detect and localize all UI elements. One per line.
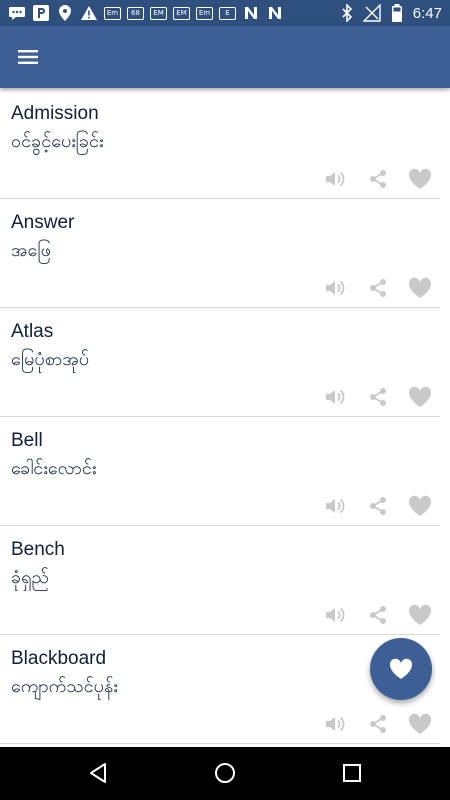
navigation-bar <box>0 747 450 800</box>
parking-icon <box>32 5 50 21</box>
heart-icon[interactable] <box>406 603 434 627</box>
recents-icon[interactable] <box>340 761 364 785</box>
word-label: Bench <box>11 539 65 560</box>
speaker-icon[interactable] <box>322 712 350 736</box>
heart-icon[interactable] <box>406 494 434 518</box>
translation-label: အဖြေ <box>11 240 51 261</box>
home-icon[interactable] <box>213 761 237 785</box>
heart-icon[interactable] <box>406 712 434 736</box>
location-pin-icon <box>56 5 74 21</box>
speaker-icon[interactable] <box>322 385 350 409</box>
card-actions <box>322 603 434 627</box>
n-logo-icon <box>266 6 284 20</box>
word-card[interactable]: Answer အဖြေ <box>0 199 440 308</box>
word-label: Bell <box>11 430 43 451</box>
share-icon[interactable] <box>364 712 392 736</box>
word-card[interactable]: Atlas မြေပုံစာအုပ် <box>0 308 440 417</box>
hamburger-menu-icon[interactable] <box>16 45 40 69</box>
clock: 6:47 <box>412 4 442 22</box>
speaker-icon[interactable] <box>322 494 350 518</box>
translation-label: ခုံရှည် <box>11 567 49 588</box>
translation-label: ကျောက်သင်ပုန်း <box>11 676 118 697</box>
card-actions <box>322 712 434 736</box>
share-icon[interactable] <box>364 603 392 627</box>
translation-label: ဝင်ခွင့်ပေးခြင်း <box>11 131 104 152</box>
back-icon[interactable] <box>86 761 110 785</box>
translation-label: ခေါင်းလောင်း <box>11 458 97 479</box>
warning-icon <box>80 6 98 20</box>
card-actions <box>322 494 434 518</box>
badge-6: E <box>219 6 236 20</box>
heart-icon[interactable] <box>406 276 434 300</box>
speaker-icon[interactable] <box>322 276 350 300</box>
notification-icons: Em 68 EM EM Em E <box>8 3 284 23</box>
badge-1: Em <box>104 6 121 20</box>
word-label: Answer <box>11 212 75 233</box>
card-actions <box>322 276 434 300</box>
badge-5: Em <box>196 6 213 20</box>
signal-icon <box>362 4 381 22</box>
word-card[interactable]: Admission ဝင်ခွင့်ပေးခြင်း <box>0 90 440 199</box>
speaker-icon[interactable] <box>322 167 350 191</box>
system-icons: 6:47 <box>341 3 442 23</box>
share-icon[interactable] <box>364 167 392 191</box>
app-bar <box>0 26 450 88</box>
heart-icon[interactable] <box>406 385 434 409</box>
n-logo-icon <box>242 6 260 20</box>
badge-3: EM <box>150 6 167 20</box>
share-icon[interactable] <box>364 494 392 518</box>
speaker-icon[interactable] <box>322 603 350 627</box>
share-icon[interactable] <box>364 276 392 300</box>
favorites-fab[interactable] <box>370 638 432 700</box>
word-label: Admission <box>11 103 99 124</box>
heart-icon <box>389 658 413 679</box>
translation-label: မြေပုံစာအုပ် <box>11 349 90 370</box>
bluetooth-icon <box>342 4 352 22</box>
badge-4: EM <box>173 6 190 20</box>
heart-icon[interactable] <box>406 167 434 191</box>
status-bar: Em 68 EM EM Em E 6:47 <box>0 0 450 26</box>
word-label: Atlas <box>11 321 54 342</box>
share-icon[interactable] <box>364 385 392 409</box>
chat-bubble-icon <box>8 6 26 20</box>
word-card[interactable]: Bell ခေါင်းလောင်း <box>0 417 440 526</box>
word-label: Blackboard <box>11 648 107 669</box>
battery-icon <box>391 4 402 22</box>
card-actions <box>322 167 434 191</box>
badge-2: 68 <box>127 6 144 20</box>
word-card[interactable]: Bench ခုံရှည် <box>0 526 440 635</box>
card-actions <box>322 385 434 409</box>
